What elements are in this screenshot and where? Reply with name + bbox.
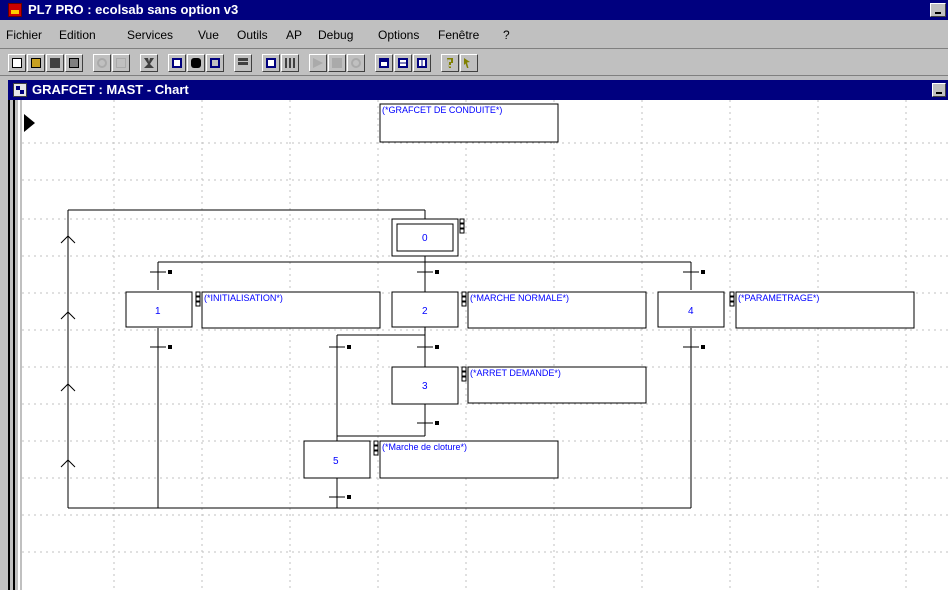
step-5-action-connector-icon xyxy=(373,440,379,456)
step-1[interactable]: 1 (*INITIALISATION*) xyxy=(125,291,381,329)
open-icon xyxy=(31,58,41,68)
menu-edition[interactable]: Edition xyxy=(59,28,96,42)
help-icon xyxy=(447,58,453,68)
step-1-action-connector-icon xyxy=(195,291,201,307)
chart-window-title-bar[interactable]: GRAFCET : MAST - Chart xyxy=(8,80,948,100)
cascade-button[interactable] xyxy=(375,54,393,72)
grid xyxy=(22,100,948,590)
grafcet-chart-canvas[interactable]: (*GRAFCET DE CONDUITE*) 0 1 (*INITIALISA… xyxy=(22,100,948,590)
menu-ap[interactable]: AP xyxy=(286,28,302,42)
menu-bar: Fichier Edition Services Vue Outils AP D… xyxy=(0,20,948,48)
menu-fichier[interactable]: Fichier xyxy=(6,28,42,42)
stop-icon xyxy=(332,58,342,68)
print-icon xyxy=(69,58,79,68)
left-margin-bar xyxy=(8,100,22,590)
step-3[interactable]: 3 (*ARRET DEMANDE*) xyxy=(391,366,647,405)
calculator-button[interactable] xyxy=(168,54,186,72)
menu-fenetre[interactable]: Fenêtre xyxy=(438,28,479,42)
step-0-initial[interactable]: 0 xyxy=(391,218,465,257)
header-comment-text: (*GRAFCET DE CONDUITE*) xyxy=(382,105,502,115)
step-4-number: 4 xyxy=(688,306,694,317)
menu-debug[interactable]: Debug xyxy=(318,28,353,42)
cascade-icon xyxy=(379,58,389,68)
step-4-comment: (*PARAMETRAGE*) xyxy=(738,293,819,303)
save-icon xyxy=(50,58,60,68)
print-button[interactable] xyxy=(65,54,83,72)
find-icon xyxy=(191,58,201,68)
run-button[interactable] xyxy=(309,54,327,72)
init-button[interactable] xyxy=(347,54,365,72)
tile-vertical-button[interactable] xyxy=(413,54,431,72)
plc-button[interactable] xyxy=(281,54,299,72)
undo-button[interactable] xyxy=(93,54,111,72)
grafcet-window-icon[interactable] xyxy=(13,83,27,97)
variables-icon xyxy=(238,58,248,65)
step-3-action-connector-icon xyxy=(461,366,467,382)
minimize-button[interactable] xyxy=(930,3,946,17)
open-button[interactable] xyxy=(27,54,45,72)
connect-button[interactable] xyxy=(262,54,280,72)
replace-button[interactable] xyxy=(206,54,224,72)
tile-horizontal-icon xyxy=(398,58,408,68)
variables-button[interactable] xyxy=(234,54,252,72)
menu-options[interactable]: Options xyxy=(378,28,419,42)
validate-icon xyxy=(116,58,126,68)
step-1-comment: (*INITIALISATION*) xyxy=(204,293,283,303)
margin-line xyxy=(8,100,10,590)
step-2-number: 2 xyxy=(422,306,428,317)
app-title-bar[interactable]: PL7 PRO : ecolsab sans option v3 xyxy=(0,0,948,20)
connect-icon xyxy=(266,58,276,68)
undo-icon xyxy=(97,58,107,68)
step-3-comment: (*ARRET DEMANDE*) xyxy=(470,368,561,378)
cut-button[interactable] xyxy=(140,54,158,72)
find-button[interactable] xyxy=(187,54,205,72)
margin-line xyxy=(13,100,15,590)
step-5-comment: (*Marche de cloture*) xyxy=(382,442,467,452)
step-5[interactable]: 5 (*Marche de cloture*) xyxy=(303,440,559,479)
tile-vertical-icon xyxy=(417,58,427,68)
toolbar xyxy=(0,48,948,76)
calculator-icon xyxy=(172,58,182,68)
step-5-number: 5 xyxy=(333,456,339,467)
step-4[interactable]: 4 (*PARAMETRAGE*) xyxy=(657,291,915,329)
chart-window-title: GRAFCET : MAST - Chart xyxy=(32,82,189,97)
cut-icon xyxy=(144,58,154,68)
step-1-number: 1 xyxy=(155,306,161,317)
app-title: PL7 PRO : ecolsab sans option v3 xyxy=(28,2,239,17)
step-4-action-connector-icon xyxy=(729,291,735,307)
tile-horizontal-button[interactable] xyxy=(394,54,412,72)
new-icon xyxy=(12,58,22,68)
validate-button[interactable] xyxy=(112,54,130,72)
current-row-marker-icon xyxy=(24,114,35,132)
plc-icon xyxy=(285,58,295,68)
step-2-comment: (*MARCHE NORMALE*) xyxy=(470,293,569,303)
save-button[interactable] xyxy=(46,54,64,72)
step-2-action-connector-icon xyxy=(461,291,467,307)
step-0-number: 0 xyxy=(422,233,428,244)
new-button[interactable] xyxy=(8,54,26,72)
init-icon xyxy=(351,58,361,68)
menu-help[interactable]: ? xyxy=(503,28,510,42)
margin-line xyxy=(18,100,20,590)
pl7-app-icon[interactable] xyxy=(8,3,22,17)
grafcet-diagram[interactable]: (*GRAFCET DE CONDUITE*) 0 1 (*INITIALISA… xyxy=(22,100,948,590)
step-3-number: 3 xyxy=(422,381,428,392)
step-0-action-connector-icon xyxy=(459,218,465,234)
context-help-icon xyxy=(464,58,470,68)
stop-button[interactable] xyxy=(328,54,346,72)
chart-minimize-button[interactable] xyxy=(932,83,946,97)
step-2[interactable]: 2 (*MARCHE NORMALE*) xyxy=(391,291,647,329)
run-icon xyxy=(313,58,323,68)
help-button[interactable] xyxy=(441,54,459,72)
replace-icon xyxy=(210,58,220,68)
context-help-button[interactable] xyxy=(460,54,478,72)
menu-services[interactable]: Services xyxy=(127,28,173,42)
grid-vertical-lines xyxy=(113,100,907,590)
menu-outils[interactable]: Outils xyxy=(237,28,268,42)
menu-vue[interactable]: Vue xyxy=(198,28,219,42)
